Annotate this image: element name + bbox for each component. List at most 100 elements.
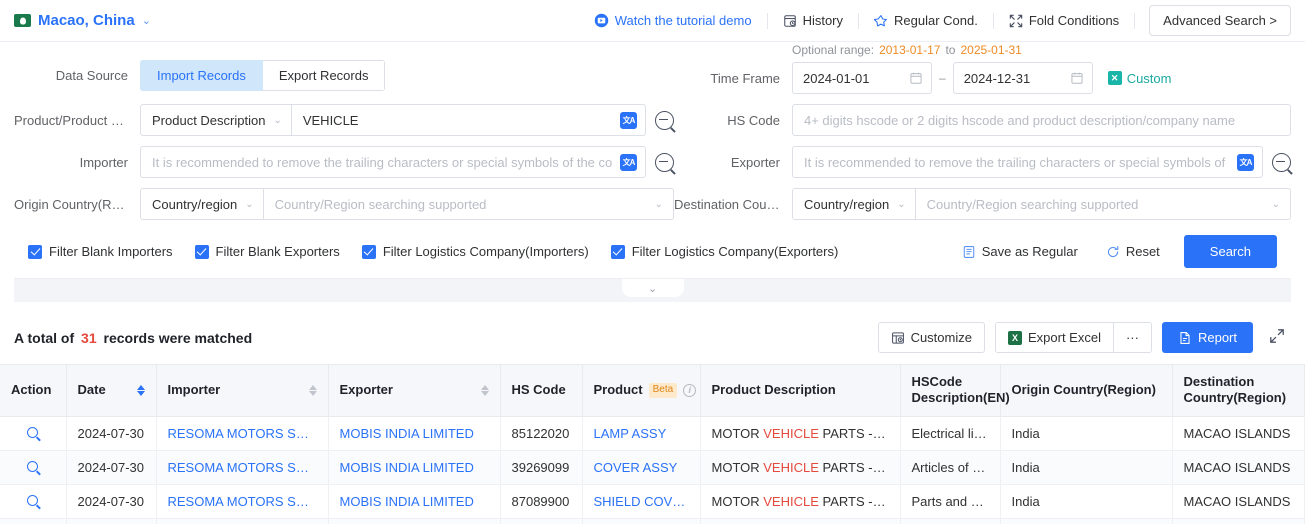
hscode-input-wrap xyxy=(792,104,1291,136)
date-to-input[interactable]: 2024-12-31 xyxy=(952,62,1093,94)
sort-icon[interactable] xyxy=(136,384,145,396)
save-as-regular-button[interactable]: Save as Regular xyxy=(948,244,1092,259)
macao-flag-icon xyxy=(14,14,31,27)
cell-hscode-description: Articles of plasti... xyxy=(900,450,1001,485)
history-button[interactable]: History xyxy=(768,8,858,34)
translate-icon[interactable]: 文A xyxy=(1237,153,1254,171)
product-mode-select[interactable]: Product Description ⌄ xyxy=(141,105,292,135)
cell-importer[interactable]: RESOMA MOTORS SERVICE CE... xyxy=(156,450,329,485)
origin-country-select[interactable]: Country/Region searching supported ⌄ xyxy=(264,189,673,219)
watch-tutorial-demo-link[interactable]: Watch the tutorial demo xyxy=(579,8,767,34)
optional-range-from: 2013-01-17 xyxy=(879,43,941,57)
fold-conditions-button[interactable]: Fold Conditions xyxy=(994,8,1134,34)
checkbox-filter-blank-exporters[interactable]: Filter Blank Exporters xyxy=(194,244,340,259)
importer-label: Importer xyxy=(79,154,128,170)
datasource-group: Data Source Import Records Export Record… xyxy=(14,42,674,100)
optional-range: Optional range: 2013-01-17 to 2025-01-31 xyxy=(674,42,1291,58)
table-row[interactable]: 2024-07-30RESOMA MOTORS SERVICE CE...MOB… xyxy=(0,450,1305,485)
chevron-down-icon: ⌄ xyxy=(141,15,151,27)
cell-product[interactable]: COVER ASSY xyxy=(582,450,701,485)
table-row[interactable]: 2024-07-30RESOMA MOTORS SERVICE CE...MOB… xyxy=(0,518,1305,524)
advanced-search-button[interactable]: Advanced Search > xyxy=(1149,5,1291,36)
cell-destination-country: MACAO ISLANDS xyxy=(1172,416,1305,451)
top-bar: Macao, China ⌄ Watch the tutorial demo H… xyxy=(0,0,1305,42)
search-detail-icon[interactable] xyxy=(27,460,39,472)
cell-importer[interactable]: RESOMA MOTORS SERVICE CE... xyxy=(156,484,329,519)
destination-mode-select[interactable]: Country/region ⌄ xyxy=(793,189,916,219)
cell-exporter[interactable]: MOBIS INDIA LIMITED xyxy=(328,416,501,451)
info-icon[interactable]: i xyxy=(683,383,697,397)
pdesc-post: PARTS - SHIELD ... xyxy=(822,493,899,509)
refresh-icon xyxy=(1106,245,1120,259)
sort-icon[interactable] xyxy=(308,384,317,396)
row-view-action[interactable] xyxy=(0,484,67,519)
excel-icon: X xyxy=(1007,330,1022,345)
col-date[interactable]: Date xyxy=(66,365,157,417)
save-icon xyxy=(962,245,976,259)
search-detail-icon[interactable] xyxy=(27,426,39,438)
hscode-input[interactable] xyxy=(793,105,1290,135)
customize-button[interactable]: Customize xyxy=(877,322,985,353)
col-hscode-description: HSCode Description(EN) xyxy=(900,365,1010,417)
row-view-action[interactable] xyxy=(0,416,67,451)
divider xyxy=(1134,12,1136,29)
cell-importer[interactable]: RESOMA MOTORS SERVICE CE... xyxy=(156,518,329,524)
cell-product[interactable]: SHIELD COVER A... xyxy=(582,484,701,519)
origin-mode-select[interactable]: Country/region ⌄ xyxy=(141,189,264,219)
reset-button[interactable]: Reset xyxy=(1092,244,1174,259)
search-detail-icon[interactable] xyxy=(27,494,39,506)
tab-import-records[interactable]: Import Records xyxy=(140,59,263,91)
cell-exporter[interactable]: MOBIS INDIA LIMITED xyxy=(328,450,501,485)
cell-product[interactable]: GARNISH ASSY xyxy=(582,518,701,524)
table-row[interactable]: 2024-07-30RESOMA MOTORS SERVICE CE...MOB… xyxy=(0,416,1305,451)
collapse-panel-toggle[interactable]: ⌄ xyxy=(621,279,684,297)
importer-input[interactable] xyxy=(141,147,620,177)
region-selector[interactable]: Macao, China ⌄ xyxy=(14,12,151,29)
collapse-strip: ⌄ xyxy=(14,278,1291,302)
destination-country-select[interactable]: Country/Region searching supported ⌄ xyxy=(916,189,1290,219)
search-actions: Save as Regular Reset Search xyxy=(948,235,1277,268)
fullscreen-icon[interactable] xyxy=(1263,328,1291,347)
exporter-input[interactable] xyxy=(793,147,1237,177)
translate-icon[interactable]: 文A xyxy=(620,111,637,129)
export-excel-button[interactable]: X Export Excel xyxy=(995,323,1113,352)
translate-icon[interactable]: 文A xyxy=(620,153,637,171)
checkbox-filter-logistics-importers[interactable]: Filter Logistics Company(Importers) xyxy=(361,244,589,259)
checkbox-label: Filter Logistics Company(Importers) xyxy=(382,244,589,259)
cell-product-description: MOTOR VEHICLE PARTS - SHIELD ... xyxy=(700,484,901,519)
optional-range-to: 2025-01-31 xyxy=(960,43,1022,57)
tab-export-records[interactable]: Export Records xyxy=(262,59,386,91)
product-zoom-icon[interactable] xyxy=(655,110,674,130)
checkbox-filter-blank-importers[interactable]: Filter Blank Importers xyxy=(28,244,173,259)
cell-exporter[interactable]: MOBIS INDIA LIMITED xyxy=(328,518,501,524)
row-view-action[interactable] xyxy=(0,450,67,485)
sort-icon[interactable] xyxy=(480,384,489,396)
cell-destination-country: MACAO ISLANDS xyxy=(1172,484,1305,519)
checkbox-filter-logistics-exporters[interactable]: Filter Logistics Company(Exporters) xyxy=(610,244,838,259)
history-label: History xyxy=(802,13,844,28)
date-from-input[interactable]: 2024-01-01 xyxy=(792,62,932,94)
col-exporter[interactable]: Exporter xyxy=(328,365,501,417)
custom-range-button[interactable]: ✕ Custom xyxy=(1107,71,1171,86)
product-search-input[interactable] xyxy=(291,105,620,135)
row-view-action[interactable] xyxy=(0,518,67,524)
destination-country-label: Destination Countr... xyxy=(674,196,792,212)
results-header: A total of 31 records were matched Custo… xyxy=(0,310,1305,364)
cell-product[interactable]: LAMP ASSY xyxy=(582,416,701,451)
report-button[interactable]: Report xyxy=(1161,322,1253,353)
exporter-zoom-icon[interactable] xyxy=(1272,152,1291,172)
checkbox-label: Filter Blank Importers xyxy=(49,244,173,259)
importer-zoom-icon[interactable] xyxy=(655,152,674,172)
cell-hscode-description: Electrical lightin... xyxy=(900,416,1001,451)
time-frame-controls: 2024-01-01 – 2024-12-31 ✕ Custom xyxy=(792,62,1171,94)
table-row[interactable]: 2024-07-30RESOMA MOTORS SERVICE CE...MOB… xyxy=(0,484,1305,519)
col-product-label: Product xyxy=(593,382,643,398)
col-importer[interactable]: Importer xyxy=(156,365,329,417)
regular-conditions-button[interactable]: Regular Cond. xyxy=(859,8,993,34)
search-button[interactable]: Search xyxy=(1183,235,1277,268)
cell-exporter[interactable]: MOBIS INDIA LIMITED xyxy=(328,484,501,519)
cell-importer[interactable]: RESOMA MOTORS SERVICE CE... xyxy=(156,416,329,451)
more-options-button[interactable]: ··· xyxy=(1112,323,1151,352)
product-input-wrap: Product Description ⌄ 文A xyxy=(140,104,646,136)
destination-group: Destination Countr... Country/region ⌄ C… xyxy=(674,187,1291,229)
